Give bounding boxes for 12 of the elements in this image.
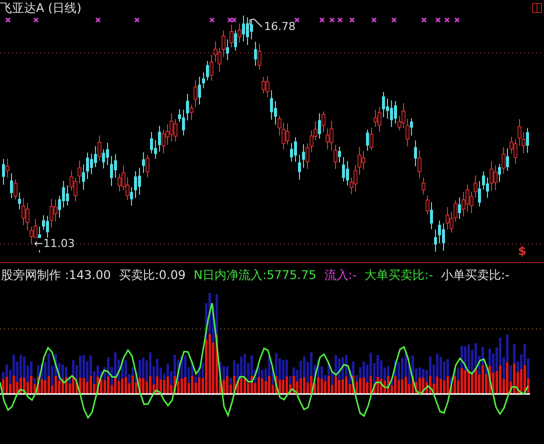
indicator-value: 流入:- <box>324 266 357 284</box>
low-price-label: ←11.03 <box>34 238 75 250</box>
high-price-label: 16.78 <box>264 20 296 33</box>
indicator-value: 股旁网制作 :143.00 <box>1 266 111 284</box>
leader-line <box>250 18 262 28</box>
chart-title: 飞亚达A (日线) <box>0 0 82 17</box>
indicator-value: N日内净流入:5775.75 <box>194 266 316 284</box>
indicator-value: 小单买卖比:- <box>441 266 510 284</box>
indicator-value: 大单买卖比:- <box>364 266 434 284</box>
signal-mark: $ <box>518 244 526 258</box>
indicator-value: 买卖比:0.09 <box>118 266 186 284</box>
panel-toggle-icon[interactable] <box>532 3 542 13</box>
